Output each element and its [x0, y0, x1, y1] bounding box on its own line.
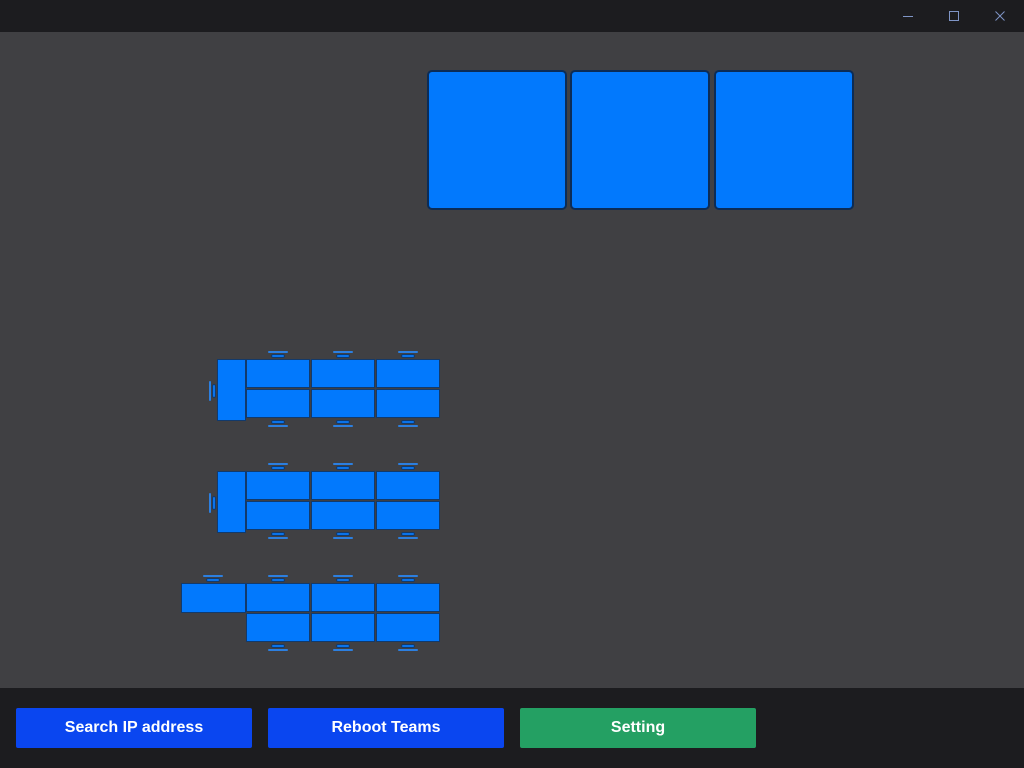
- chair-top[interactable]: [333, 351, 353, 359]
- seat[interactable]: [376, 471, 440, 500]
- chair-top[interactable]: [268, 351, 288, 359]
- chair-left[interactable]: [209, 493, 217, 513]
- chair-bottom[interactable]: [268, 531, 288, 539]
- chair-bottom[interactable]: [268, 643, 288, 651]
- seat[interactable]: [311, 359, 375, 388]
- head-seat[interactable]: [217, 359, 246, 421]
- seat[interactable]: [376, 583, 440, 612]
- chair-top[interactable]: [398, 463, 418, 471]
- seat[interactable]: [311, 501, 375, 530]
- chair-bottom[interactable]: [398, 643, 418, 651]
- seat[interactable]: [311, 613, 375, 642]
- seat[interactable]: [246, 583, 310, 612]
- chair-top[interactable]: [203, 575, 223, 583]
- seat[interactable]: [376, 501, 440, 530]
- chair-left[interactable]: [209, 381, 217, 401]
- minimize-icon: [903, 16, 913, 17]
- chair-bottom[interactable]: [268, 419, 288, 427]
- seat[interactable]: [246, 501, 310, 530]
- chair-top[interactable]: [268, 463, 288, 471]
- setting-button[interactable]: Setting: [520, 708, 756, 748]
- chair-bottom[interactable]: [333, 643, 353, 651]
- side-seat[interactable]: [181, 583, 246, 613]
- maximize-button[interactable]: [931, 0, 977, 32]
- seat[interactable]: [376, 359, 440, 388]
- chair-bottom[interactable]: [398, 531, 418, 539]
- chair-top[interactable]: [398, 575, 418, 583]
- close-icon: [995, 11, 1005, 21]
- maximize-icon: [949, 11, 959, 21]
- display-screen-2[interactable]: [570, 70, 710, 210]
- chair-bottom[interactable]: [398, 419, 418, 427]
- search-ip-button[interactable]: Search IP address: [16, 708, 252, 748]
- seat[interactable]: [376, 389, 440, 418]
- seat[interactable]: [246, 359, 310, 388]
- seat[interactable]: [376, 613, 440, 642]
- chair-top[interactable]: [268, 575, 288, 583]
- head-seat[interactable]: [217, 471, 246, 533]
- chair-top[interactable]: [333, 575, 353, 583]
- seat[interactable]: [246, 389, 310, 418]
- room-layout-canvas: [0, 32, 1024, 688]
- seat[interactable]: [311, 389, 375, 418]
- chair-top[interactable]: [333, 463, 353, 471]
- display-screen-3[interactable]: [714, 70, 854, 210]
- chair-bottom[interactable]: [333, 419, 353, 427]
- seat[interactable]: [311, 471, 375, 500]
- chair-top[interactable]: [398, 351, 418, 359]
- seat[interactable]: [246, 471, 310, 500]
- seat[interactable]: [246, 613, 310, 642]
- reboot-teams-button[interactable]: Reboot Teams: [268, 708, 504, 748]
- title-bar: [0, 0, 1024, 32]
- seat[interactable]: [311, 583, 375, 612]
- action-bar: Search IP address Reboot Teams Setting: [0, 688, 1024, 768]
- minimize-button[interactable]: [885, 0, 931, 32]
- chair-bottom[interactable]: [333, 531, 353, 539]
- close-button[interactable]: [977, 0, 1023, 32]
- display-screen-1[interactable]: [427, 70, 567, 210]
